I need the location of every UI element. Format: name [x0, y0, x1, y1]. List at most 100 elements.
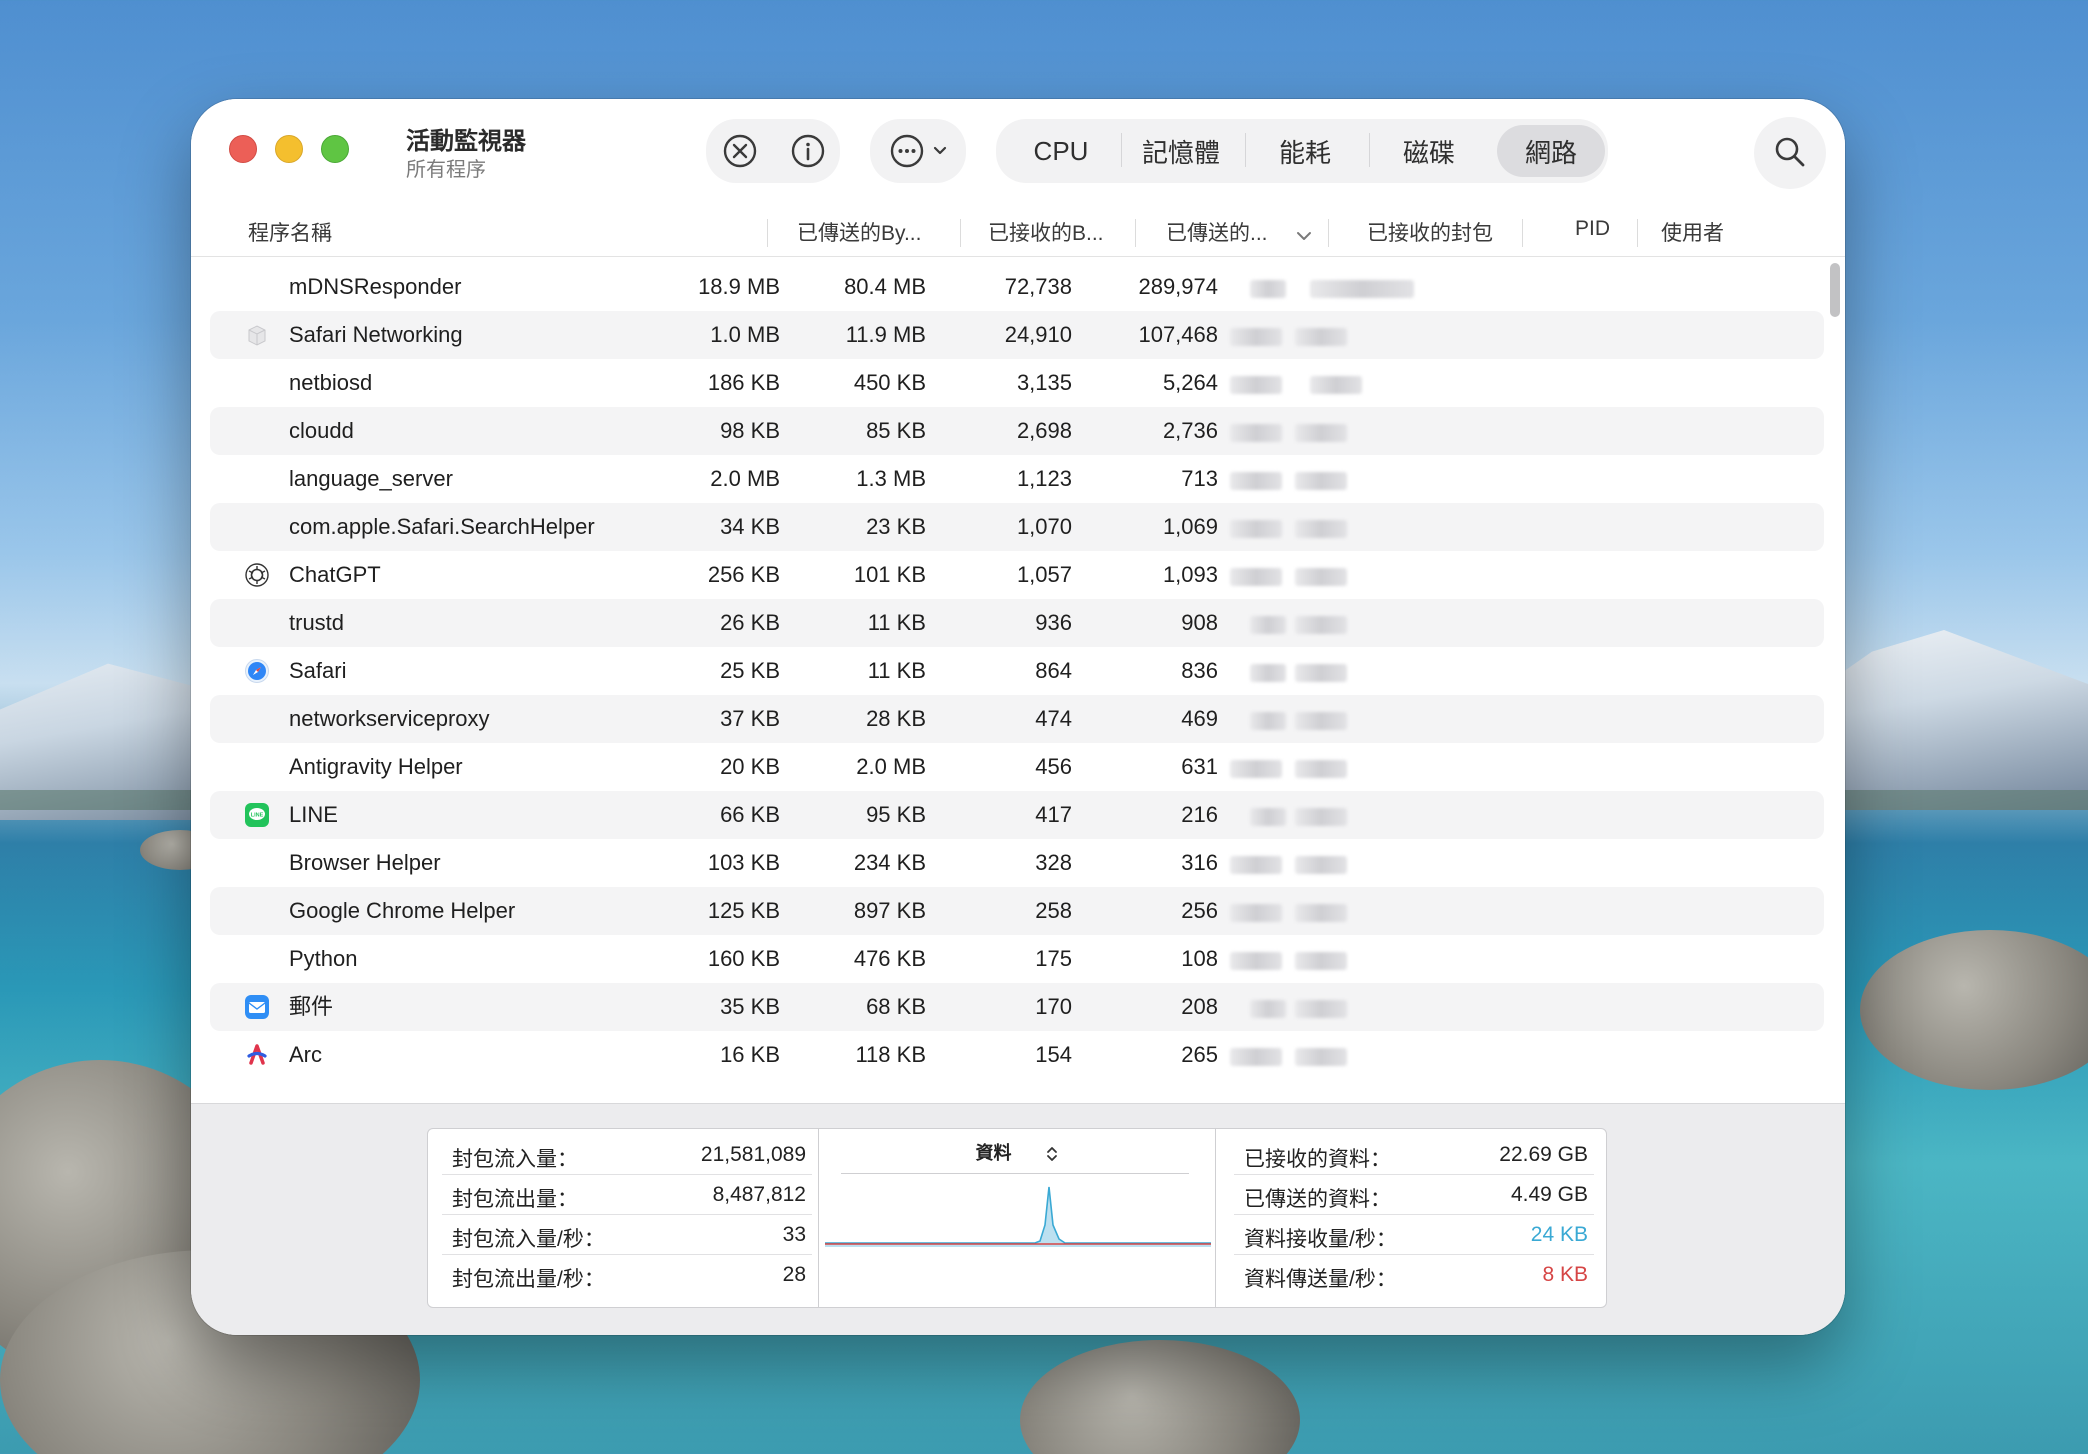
stat-row: 資料傳送量/秒： 8 KB: [1234, 1255, 1594, 1295]
column-header-recv-bytes[interactable]: 已接收的B...: [988, 217, 1104, 247]
table-row[interactable]: netbiosd 186 KB 450 KB 3,135 5,264: [210, 359, 1824, 407]
zoom-window-button[interactable]: [321, 135, 349, 163]
redacted-pid: [1230, 1048, 1282, 1066]
redacted-user: [1295, 952, 1347, 970]
redacted-pid: [1250, 664, 1286, 682]
stat-value-packets-in: 21,581,089: [700, 1143, 806, 1166]
table-row[interactable]: 郵件 35 KB 68 KB 170 208: [210, 983, 1824, 1031]
sent-bytes: 160 KB: [707, 946, 780, 971]
column-divider: [1135, 219, 1136, 247]
column-header-sent-bytes[interactable]: 已傳送的By...: [797, 217, 921, 247]
received-bytes: 23 KB: [866, 514, 926, 539]
table-row[interactable]: Safari Networking 1.0 MB 11.9 MB 24,910 107,…: [210, 311, 1824, 359]
sent-packets: 170: [1035, 994, 1072, 1019]
graph-mode-select[interactable]: 資料: [819, 1139, 1215, 1165]
stat-label-data-received: 已接收的資料：: [1244, 1148, 1391, 1171]
table-row[interactable]: language_server 2.0 MB 1.3 MB 1,123 713: [210, 455, 1824, 503]
table-row[interactable]: networkserviceproxy 37 KB 28 KB 474 469: [210, 695, 1824, 743]
stop-process-button[interactable]: [721, 132, 759, 170]
table-row[interactable]: cloudd 98 KB 85 KB 2,698 2,736: [210, 407, 1824, 455]
redacted-user: [1295, 664, 1347, 682]
process-name: 郵件: [289, 994, 334, 1019]
minimize-window-button[interactable]: [275, 135, 303, 163]
process-name: LINE: [289, 802, 338, 827]
tab-network[interactable]: 網路: [1497, 125, 1605, 177]
more-options-icon: [890, 134, 924, 168]
stat-label-data-received-per-sec: 資料接收量/秒：: [1244, 1228, 1397, 1251]
received-bytes: 11 KB: [867, 610, 926, 635]
sent-packets: 1,057: [1016, 562, 1072, 587]
received-packets: 107,468: [1138, 322, 1218, 347]
more-options-button[interactable]: [884, 132, 954, 170]
tab-disk[interactable]: 磁碟: [1367, 125, 1491, 177]
table-row[interactable]: mDNSResponder 18.9 MB 80.4 MB 72,738 289,974: [210, 263, 1824, 311]
tab-memory[interactable]: 記憶體: [1119, 125, 1243, 177]
table-row[interactable]: trustd 26 KB 11 KB 936 908: [210, 599, 1824, 647]
redacted-pid: [1230, 760, 1282, 778]
sent-packets: 154: [1035, 1042, 1072, 1067]
process-name: trustd: [289, 610, 345, 635]
redacted-pid: [1250, 808, 1286, 826]
table-row[interactable]: Google Chrome Helper 125 KB 897 KB 258 256: [210, 887, 1824, 935]
close-window-button[interactable]: [229, 135, 257, 163]
table-row[interactable]: com.apple.Safari.SearchHelper 34 KB 23 KB 1…: [210, 503, 1824, 551]
table-row[interactable]: Python 160 KB 476 KB 175 108: [210, 935, 1824, 983]
stat-label-packets-out: 封包流出量：: [452, 1188, 578, 1211]
table-row[interactable]: ChatGPT 256 KB 101 KB 1,057 1,093: [210, 551, 1824, 599]
network-summary-panel: 封包流入量： 21,581,089 封包流出量： 8,487,812 封包流入量…: [191, 1103, 1845, 1335]
safari-icon: [244, 658, 270, 684]
column-header-sent-packets[interactable]: 已傳送的...: [1166, 217, 1268, 247]
column-header-recv-packets[interactable]: 已接收的封包: [1367, 217, 1493, 247]
redacted-user: [1295, 856, 1347, 874]
received-packets: 1,093: [1162, 562, 1218, 587]
stat-row: 封包流出量/秒： 28: [442, 1255, 812, 1295]
inspect-process-button[interactable]: [789, 132, 827, 170]
received-packets: 469: [1181, 706, 1218, 731]
received-bytes: 28 KB: [866, 706, 926, 731]
wallpaper-rock: [1860, 930, 2088, 1090]
generic-app-icon: [244, 322, 270, 348]
table-row[interactable]: Antigravity Helper 20 KB 2.0 MB 456 631: [210, 743, 1824, 791]
column-header-pid[interactable]: PID: [1575, 217, 1610, 241]
column-header-user[interactable]: 使用者: [1661, 217, 1724, 247]
table-row[interactable]: LINE LINE 66 KB 95 KB 417 216: [210, 791, 1824, 839]
tab-cpu[interactable]: CPU: [1003, 125, 1119, 177]
sent-packets: 864: [1035, 658, 1072, 683]
received-packets: 216: [1181, 802, 1218, 827]
received-packets: 208: [1181, 994, 1218, 1019]
line-icon: LINE: [244, 802, 270, 828]
process-name: cloudd: [289, 418, 354, 443]
search-icon-wrap[interactable]: [1770, 132, 1810, 172]
received-bytes: 85 KB: [866, 418, 926, 443]
tab-energy[interactable]: 能耗: [1243, 125, 1367, 177]
search-icon: [1775, 137, 1805, 167]
stat-value-data-received-per-sec: 24 KB: [1530, 1223, 1588, 1246]
column-divider: [1328, 219, 1329, 247]
redacted-user: [1295, 472, 1347, 490]
stat-value-data-received: 22.69 GB: [1499, 1143, 1588, 1166]
sent-packets: 417: [1035, 802, 1072, 827]
sent-bytes: 16 KB: [720, 1042, 780, 1067]
table-row[interactable]: Arc 16 KB 118 KB 154 265: [210, 1031, 1824, 1079]
received-packets: 265: [1181, 1042, 1218, 1067]
redacted-user: [1295, 520, 1347, 538]
table-row[interactable]: Browser Helper 103 KB 234 KB 328 316: [210, 839, 1824, 887]
sent-bytes: 186 KB: [707, 370, 780, 395]
received-area: [825, 1187, 1211, 1247]
redacted-user: [1295, 328, 1347, 346]
updown-chevron-icon: [1046, 1147, 1057, 1162]
column-header-process-name[interactable]: 程序名稱: [248, 217, 332, 247]
received-packets: 713: [1181, 466, 1218, 491]
redacted-user: [1295, 424, 1347, 442]
redacted-pid: [1230, 328, 1282, 346]
stat-value-data-sent: 4.49 GB: [1510, 1183, 1588, 1206]
stat-label-data-sent: 已傳送的資料：: [1244, 1188, 1391, 1211]
stop-process-icon: [723, 134, 757, 168]
sent-bytes: 37 KB: [720, 706, 780, 731]
sent-bytes: 125 KB: [707, 898, 780, 923]
table-row[interactable]: Safari 25 KB 11 KB 864 836: [210, 647, 1824, 695]
redacted-user: [1295, 1048, 1347, 1066]
vertical-scrollbar[interactable]: [1830, 263, 1840, 317]
column-divider: [960, 219, 961, 247]
packet-stats: 封包流入量： 21,581,089 封包流出量： 8,487,812 封包流入量…: [442, 1135, 812, 1295]
